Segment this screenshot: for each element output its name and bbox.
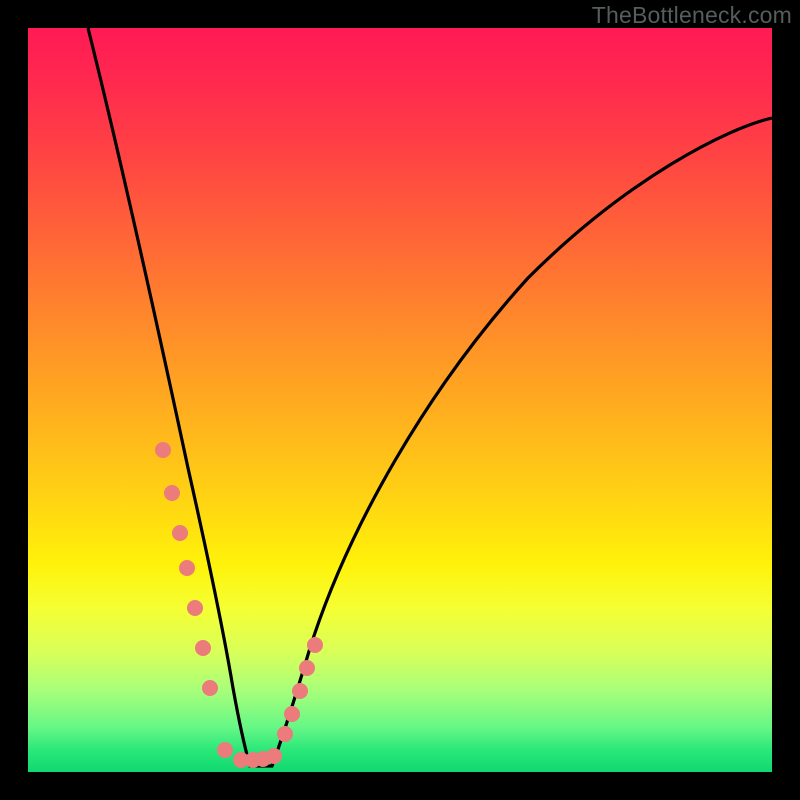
plot-area xyxy=(28,28,772,772)
curve-path xyxy=(88,28,772,766)
watermark-text: TheBottleneck.com xyxy=(592,2,792,29)
chart-frame: TheBottleneck.com xyxy=(0,0,800,800)
bottleneck-curve xyxy=(28,28,772,772)
